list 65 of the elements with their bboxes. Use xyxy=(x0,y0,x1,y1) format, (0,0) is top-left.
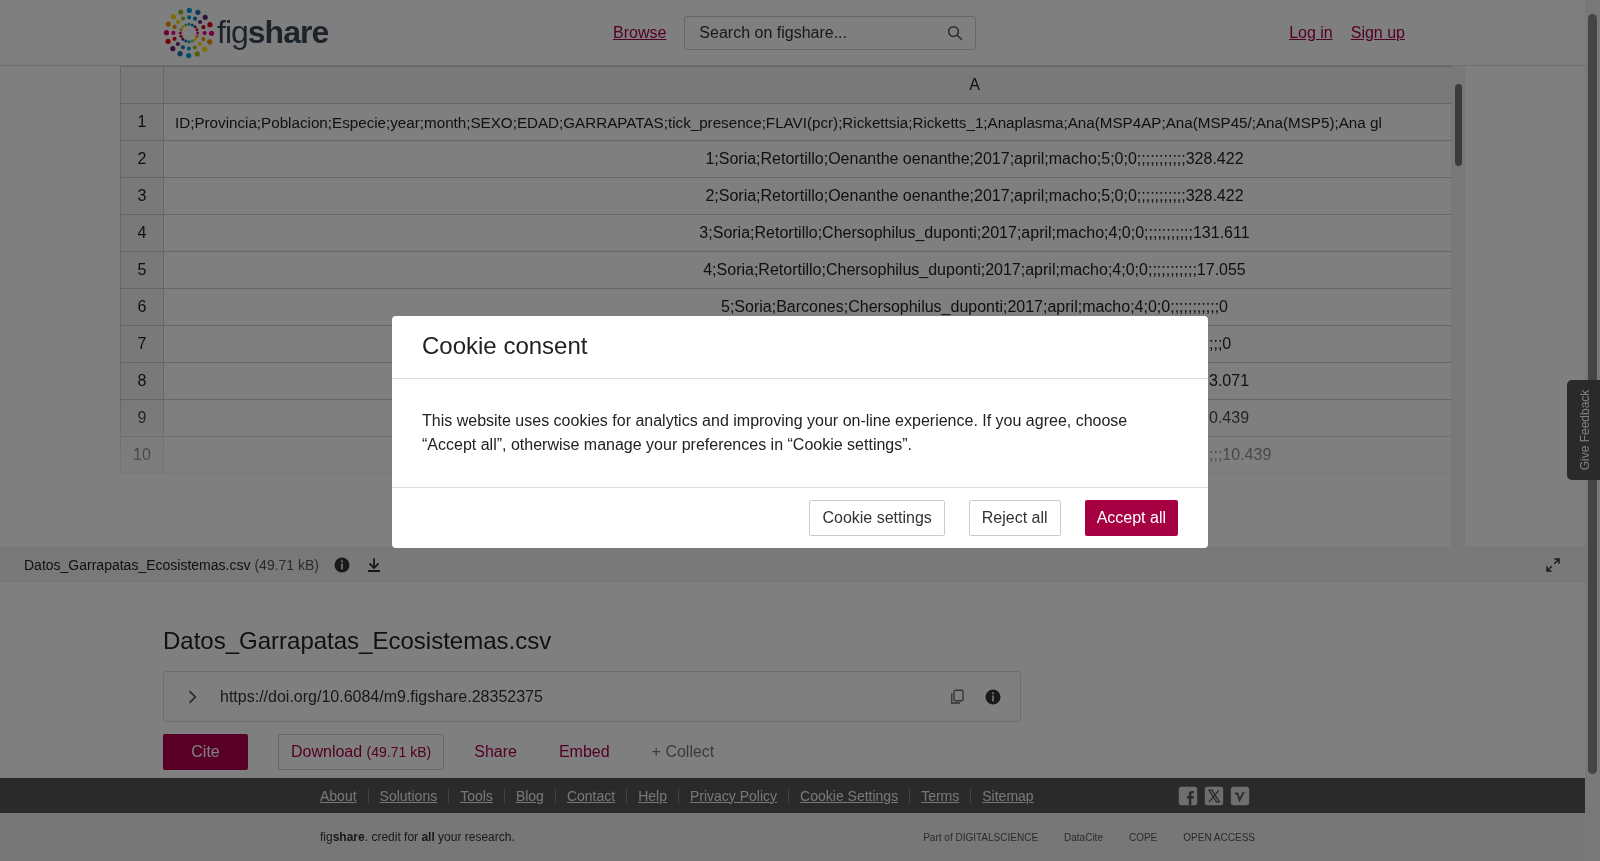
row-number: 7 xyxy=(120,325,164,363)
partner-logo[interactable]: Part of DIGITALSCIENCE xyxy=(923,831,1039,843)
row-number: 9 xyxy=(120,399,164,437)
row-number: 5 xyxy=(120,251,164,289)
browse-link[interactable]: Browse xyxy=(613,23,667,42)
footer-link[interactable]: Help xyxy=(626,788,678,803)
modal-text: This website uses cookies for analytics and improving your on-line experience. If you agree, choose “Accept all”, otherwise manage your preferences in “Cookie settings”. xyxy=(392,379,1208,488)
copy-icon[interactable] xyxy=(948,687,966,706)
footer-link[interactable]: About xyxy=(320,788,368,803)
row-number: 3 xyxy=(120,177,164,215)
action-button[interactable]: Embed xyxy=(546,734,622,770)
info-icon[interactable] xyxy=(333,556,352,574)
logo-icon xyxy=(163,6,215,59)
logo-text[interactable]: figshare xyxy=(217,14,329,51)
table-cell: 2;Soria;Retortillo;Oenanthe oenanthe;2017;april;macho;5;0;0;;;;;;;;;;;328.422 xyxy=(705,187,1244,205)
footer-link[interactable]: Tools xyxy=(448,788,504,803)
footer-link[interactable]: Terms xyxy=(909,788,971,803)
table-cell: ;;;0 xyxy=(1209,335,1232,353)
file-title: Datos_Garrapatas_Ecosistemas.csv xyxy=(163,627,553,655)
footer-link[interactable]: Privacy Policy xyxy=(677,788,789,803)
column-header[interactable]: A xyxy=(969,76,980,94)
x-icon[interactable] xyxy=(1204,785,1224,806)
partner-logo[interactable]: COPE xyxy=(1128,831,1158,843)
tagline: figshare. credit for all your research. xyxy=(320,830,515,844)
row-number: 1 xyxy=(120,103,164,141)
feedback-tab[interactable]: Give Feedback xyxy=(1567,380,1600,480)
partner-logo[interactable]: DataCite xyxy=(1064,831,1103,843)
facebook-icon[interactable] xyxy=(1178,785,1198,806)
partner-logo[interactable]: OPEN ACCESS xyxy=(1183,831,1255,843)
vimeo-icon[interactable] xyxy=(1230,785,1250,806)
table-cell: 0.439 xyxy=(1209,409,1250,427)
row-number: 2 xyxy=(120,140,164,178)
action-button[interactable]: Download (49.71 kB) xyxy=(278,734,445,770)
action-button[interactable]: Share xyxy=(462,734,529,770)
expand-icon[interactable] xyxy=(1545,557,1561,573)
cookie-button[interactable]: Accept all xyxy=(1084,500,1178,536)
doi-link[interactable]: https://doi.org/10.6084/m9.figshare.28352375 xyxy=(220,687,930,706)
table-cell: 3;Soria;Retortillo;Chersophilus_duponti;2017;april;macho;4;0;0;;;;;;;;;;;131.611 xyxy=(699,224,1250,242)
info-icon[interactable] xyxy=(984,687,1002,706)
search-icon xyxy=(946,23,965,42)
footer-link[interactable]: Blog xyxy=(503,788,555,803)
table-cell: 4;Soria;Retortillo;Chersophilus_duponti;2017;april;macho;4;0;0;;;;;;;;;;;17.055 xyxy=(703,261,1246,279)
table-cell: 3.071 xyxy=(1209,372,1250,390)
row-number: 4 xyxy=(120,214,164,252)
table-cell: ;;;10.439 xyxy=(1209,446,1272,464)
row-number: 6 xyxy=(120,288,164,326)
search-field[interactable]: Search on figshare... xyxy=(684,15,977,50)
row-number: 10 xyxy=(120,436,164,474)
cookie-button[interactable]: Reject all xyxy=(968,500,1061,536)
file-name: Datos_Garrapatas_Ecosistemas.csv xyxy=(24,557,251,573)
table-cell: 1;Soria;Retortillo;Oenanthe oenanthe;2017;april;macho;5;0;0;;;;;;;;;;;328.422 xyxy=(705,150,1244,168)
footer-link[interactable]: Cookie Settings xyxy=(788,788,910,803)
cookie-button[interactable]: Cookie settings xyxy=(809,500,945,536)
row-number: 8 xyxy=(120,362,164,400)
footer-link[interactable]: Contact xyxy=(554,788,627,803)
table-cell: ID;Provincia;Poblacion;Especie;year;month;SEXO;EDAD;GARRAPATAS;tick_presence;FLAVI(pcr);Rickettsia;Ricketts_1;Anaplasma;Ana(MSP4AP;Ana(MSP45/;Ana(MSP5);Ana gl xyxy=(175,113,1382,131)
action-button[interactable]: + Collect xyxy=(639,734,727,770)
file-size: (49.71 kB) xyxy=(254,557,320,573)
action-button[interactable]: Cite xyxy=(163,734,248,770)
footer-link[interactable]: Solutions xyxy=(367,788,449,803)
footer-link[interactable]: Sitemap xyxy=(970,788,1045,803)
table-cell: 5;Soria;Barcones;Chersophilus_duponti;2017;april;macho;4;0;0;;;;;;;;;;;0 xyxy=(721,298,1228,316)
auth-link[interactable]: Log in xyxy=(1289,23,1333,42)
auth-link[interactable]: Sign up xyxy=(1350,23,1405,42)
modal-title: Cookie consent xyxy=(392,316,1208,379)
